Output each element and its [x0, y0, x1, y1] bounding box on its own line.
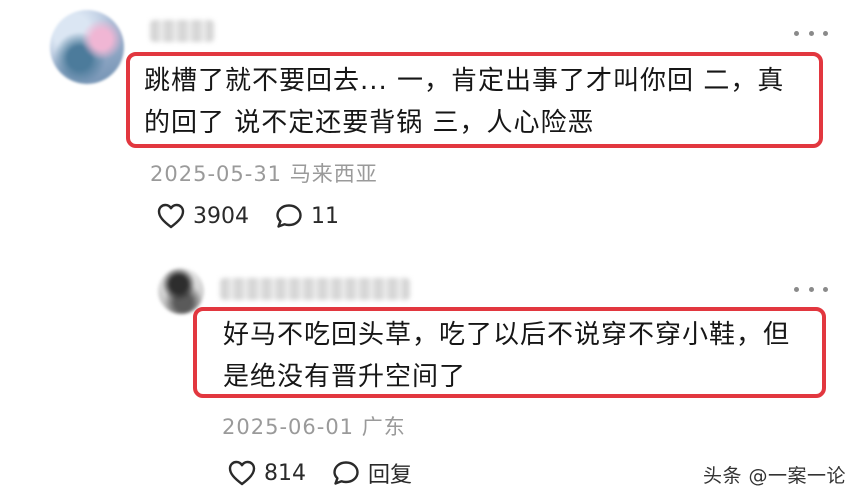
avatar[interactable] [158, 268, 204, 314]
comment-actions: 3904 11 [157, 203, 365, 229]
comment-location: 马来西亚 [289, 162, 378, 186]
comment-text-highlighted: 跳槽了就不要回去... 一，肯定出事了才叫你回 二，真 的回了 说不定还要背锅 … [126, 52, 823, 148]
reply-label: 回复 [368, 463, 413, 488]
comment-text-line: 是绝没有晋升空间了 [223, 362, 467, 392]
reply-count: 11 [311, 203, 339, 229]
comment-meta: 2025-06-01 广东 [222, 411, 406, 441]
speech-bubble-icon [333, 461, 359, 485]
comment-thread: 跳槽了就不要回去... 一，肯定出事了才叫你回 二，真 的回了 说不定还要背锅 … [0, 0, 860, 502]
comment-text-line: 的回了 说不定还要背锅 三，人心险恶 [144, 108, 595, 138]
comment-text-line: 跳槽了就不要回去... 一，肯定出事了才叫你回 二，真 [144, 66, 785, 96]
reply-button[interactable]: 11 [275, 203, 339, 229]
comment-location: 广东 [361, 415, 406, 439]
comment-date: 2025-06-01 [222, 415, 355, 439]
more-options-icon[interactable] [794, 282, 828, 296]
comment-date: 2025-05-31 [150, 162, 283, 186]
avatar[interactable] [50, 10, 124, 84]
username-blurred[interactable] [220, 278, 410, 300]
heart-icon [228, 460, 256, 486]
like-button[interactable]: 814 [228, 460, 306, 486]
comment-text-line: 好马不吃回头草，吃了以后不说穿不穿小鞋，但 [223, 320, 791, 350]
more-options-icon[interactable] [794, 26, 828, 40]
username-blurred[interactable] [150, 20, 214, 42]
reply-text-highlighted: 好马不吃回头草，吃了以后不说穿不穿小鞋，但 是绝没有晋升空间了 [193, 307, 826, 398]
speech-bubble-icon [276, 204, 302, 228]
comment-meta: 2025-05-31 马来西亚 [150, 158, 378, 188]
like-count: 814 [264, 460, 306, 486]
comment-actions: 814 回复 [228, 457, 438, 489]
like-count: 3904 [193, 203, 249, 229]
reply-button[interactable]: 回复 [332, 457, 412, 489]
heart-icon [157, 203, 185, 229]
watermark: 头条 @一案一论 [702, 465, 846, 487]
like-button[interactable]: 3904 [157, 203, 249, 229]
